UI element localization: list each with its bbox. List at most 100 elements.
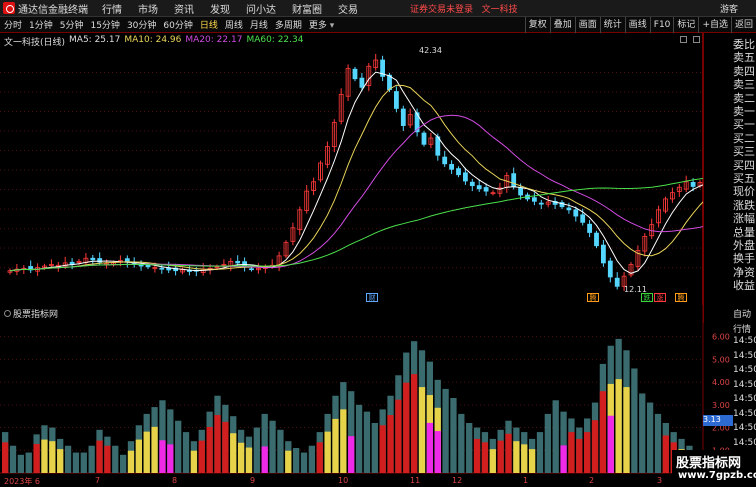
candle-body bbox=[573, 209, 579, 217]
indicator-chart[interactable]: 6.005.004.003.002.001.00 bbox=[0, 305, 756, 487]
date-label: 2023年 6 bbox=[4, 477, 40, 486]
overlay-button[interactable]: 叠加 bbox=[549, 17, 575, 33]
indicator-bar bbox=[308, 445, 316, 473]
indicator-bar bbox=[64, 445, 72, 473]
indicator-bar-red bbox=[395, 399, 402, 473]
indicator-bar-red bbox=[96, 440, 103, 473]
period-tab-monthly[interactable]: 月线 bbox=[250, 18, 268, 31]
indicator-panel[interactable]: 6.005.004.003.002.001.00 股票指标网 3.13 2023… bbox=[0, 305, 756, 487]
maximize-icon[interactable] bbox=[693, 36, 700, 43]
indicator-bar-red bbox=[387, 415, 394, 473]
period-tab-daily[interactable]: 日线 bbox=[200, 18, 218, 31]
menu-item-quotes[interactable]: 行情 bbox=[102, 1, 122, 16]
indicator-bar-red bbox=[316, 442, 323, 473]
period-tab-multi[interactable]: 多周期 bbox=[275, 18, 302, 31]
period-tab-intraday[interactable]: 分时 bbox=[4, 18, 22, 31]
add-watchlist-button[interactable]: +自选 bbox=[698, 17, 731, 33]
candle-body bbox=[690, 181, 696, 187]
indicator-bar-yellow bbox=[285, 450, 292, 473]
title-bar: 通达信金融终端 行情 市场 资讯 发现 问小达 财富圈 交易 证券交易未登录 文… bbox=[0, 0, 756, 17]
period-tab-30min[interactable]: 30分钟 bbox=[127, 18, 156, 31]
event-tag-surge-2[interactable]: 腾 bbox=[675, 293, 687, 302]
indicator-bar-red bbox=[222, 421, 229, 473]
menu-item-trade[interactable]: 交易 bbox=[338, 1, 358, 16]
candle-body bbox=[532, 197, 537, 202]
indicator-bar-yellow bbox=[513, 441, 520, 473]
period-tab-60min[interactable]: 60分钟 bbox=[163, 18, 192, 31]
candle-body bbox=[449, 164, 455, 170]
indicator-bar-yellow bbox=[151, 426, 158, 473]
candle-body bbox=[469, 181, 475, 187]
indicator-bar bbox=[175, 420, 182, 473]
indicator-bar-yellow bbox=[418, 387, 426, 473]
event-tag-surge[interactable]: 腾 bbox=[587, 293, 599, 302]
date-label: 7 bbox=[95, 476, 101, 485]
indicator-bar bbox=[646, 402, 654, 473]
indicator-bar bbox=[355, 404, 363, 473]
indicator-bar-red bbox=[662, 435, 669, 473]
event-tag-fall[interactable]: 跌 bbox=[641, 293, 653, 302]
indicator-bar-red bbox=[206, 426, 213, 473]
menu-item-discover[interactable]: 发现 bbox=[210, 1, 230, 16]
ma20-value: MA20: 22.17 bbox=[185, 35, 243, 45]
period-toolbar: 分时 1分钟 5分钟 15分钟 30分钟 60分钟 日线 周线 月线 多周期 更… bbox=[0, 17, 756, 33]
kline-chart[interactable]: 40.0037.5035.0032.5030.0027.5025.0022.50… bbox=[0, 33, 703, 305]
indicator-bar-red bbox=[591, 420, 599, 473]
ma10-line bbox=[9, 84, 703, 272]
mark-button[interactable]: 标记 bbox=[673, 17, 698, 33]
draw-line-button[interactable]: 画线 bbox=[624, 17, 650, 33]
right-toolbar: 复权 叠加 画面 统计 画线 F10 标记 +自选 返回 bbox=[524, 17, 756, 33]
menu-item-news[interactable]: 资讯 bbox=[174, 1, 194, 16]
indicator-bar-yellow bbox=[230, 433, 237, 473]
indicator-bar-yellow bbox=[135, 439, 142, 473]
menu-item-ask[interactable]: 问小达 bbox=[246, 1, 276, 16]
candle-body bbox=[400, 108, 406, 126]
statistics-button[interactable]: 统计 bbox=[599, 17, 625, 33]
indicator-bar-red bbox=[410, 374, 418, 473]
ma60-line bbox=[9, 178, 703, 272]
gear-icon[interactable] bbox=[4, 310, 11, 317]
period-tab-5min[interactable]: 5分钟 bbox=[60, 18, 84, 31]
indicator-bar-yellow bbox=[49, 441, 56, 473]
panel-window-controls bbox=[680, 36, 700, 43]
restore-icon[interactable] bbox=[680, 36, 687, 43]
app-title: 通达信金融终端 bbox=[18, 4, 88, 16]
candle-body bbox=[442, 156, 448, 165]
indicator-bar bbox=[17, 454, 25, 473]
indicator-title[interactable]: 股票指标网 bbox=[4, 307, 58, 320]
period-tab-more[interactable]: 更多 bbox=[309, 18, 334, 31]
indicator-bar bbox=[363, 411, 371, 473]
watermark-title: 股票指标网 bbox=[676, 456, 742, 471]
candle-body bbox=[359, 77, 365, 88]
layout-button[interactable]: 画面 bbox=[574, 17, 600, 33]
date-label: 11 bbox=[410, 476, 421, 485]
event-tag-finance[interactable]: 财 bbox=[366, 293, 378, 302]
ma-legend: 文一科技(日线) MA5: 25.17 MA10: 24.96 MA20: 22… bbox=[4, 35, 303, 48]
guest-button[interactable]: 游客 bbox=[720, 2, 738, 15]
indicator-bar bbox=[371, 423, 378, 473]
indicator-bar-magenta bbox=[560, 445, 567, 473]
period-tab-15min[interactable]: 15分钟 bbox=[90, 18, 119, 31]
indicator-bar-yellow bbox=[324, 431, 331, 473]
indicator-bar bbox=[253, 427, 260, 473]
candle-body bbox=[235, 260, 241, 264]
indicator-bar bbox=[88, 445, 95, 473]
back-button[interactable]: 返回 bbox=[730, 17, 756, 33]
period-tab-weekly[interactable]: 周线 bbox=[225, 18, 243, 31]
ma20-line bbox=[9, 114, 703, 272]
candle-body bbox=[159, 267, 165, 270]
period-tab-1min[interactable]: 1分钟 bbox=[29, 18, 53, 31]
candle-body bbox=[352, 68, 358, 80]
restore-rights-button[interactable]: 复权 bbox=[524, 17, 550, 33]
menu-item-wealth[interactable]: 财富圈 bbox=[292, 1, 322, 16]
kline-panel[interactable]: 40.0037.5035.0032.5030.0027.5025.0022.50… bbox=[0, 33, 703, 305]
login-notice[interactable]: 证券交易未登录 文一科技 bbox=[410, 2, 518, 15]
candle-body bbox=[476, 185, 482, 190]
event-tag-rise[interactable]: 涨 bbox=[654, 293, 666, 302]
menu-item-market[interactable]: 市场 bbox=[138, 1, 158, 16]
indicator-bar-magenta bbox=[167, 444, 174, 473]
candle-body bbox=[607, 260, 613, 278]
indicator-bar-yellow bbox=[41, 439, 48, 473]
indicator-bar bbox=[119, 454, 127, 473]
f10-button[interactable]: F10 bbox=[649, 17, 674, 33]
